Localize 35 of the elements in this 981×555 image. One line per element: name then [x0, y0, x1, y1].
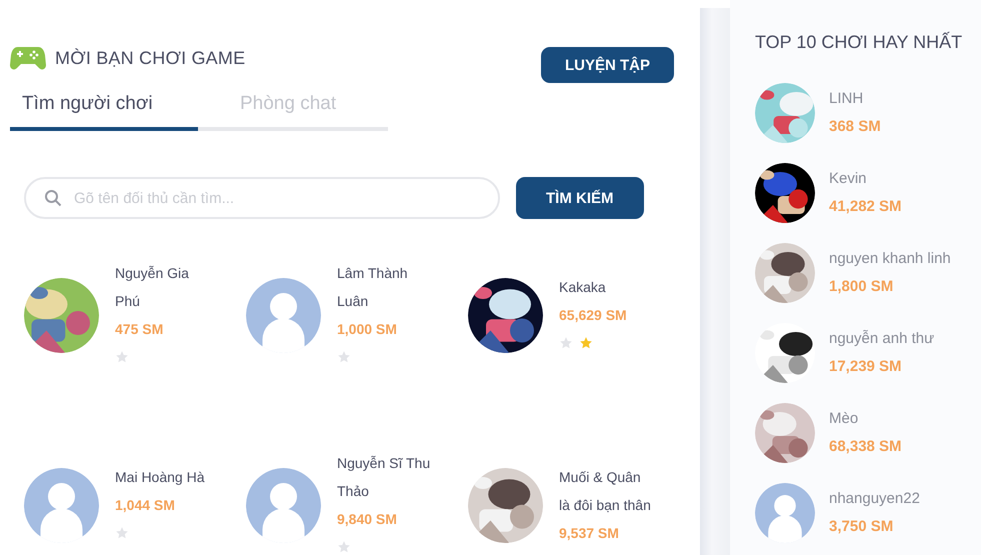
player-score: 68,338 SM	[829, 437, 902, 457]
player-score: 1,000 SM	[337, 320, 398, 339]
player-score: 3,750 SM	[829, 517, 894, 537]
gamepad-icon	[10, 45, 46, 71]
player-score: 41,282 SM	[829, 197, 902, 217]
section-title: MỜI BẠN CHƠI GAME	[55, 48, 246, 68]
player-name: Nguyễn Sĩ Thu Thảo	[337, 454, 431, 501]
player-score: 9,537 SM	[559, 524, 620, 543]
player-name: Nguyễn Gia Phú	[115, 264, 190, 311]
practice-button[interactable]: LUYỆN TẬP	[540, 47, 674, 83]
player-score: 1,800 SM	[829, 277, 894, 297]
player-name: LINH	[829, 89, 864, 109]
default-avatar-icon	[246, 468, 321, 542]
player-score: 1,044 SM	[115, 496, 176, 515]
player-score: 65,629 SM	[559, 306, 628, 325]
player-name: nguyen khanh linh	[829, 249, 951, 269]
search-icon	[44, 189, 62, 207]
player-score: 475 SM	[115, 320, 164, 339]
player-name: Kakaka	[559, 278, 607, 297]
player-name: Mai Hoàng Hà	[115, 468, 206, 487]
tab[interactable]: Tìm người chơi	[10, 93, 198, 131]
search-button[interactable]: TÌM KIẾM	[516, 177, 644, 219]
player-name: nguyễn anh thư	[829, 329, 934, 349]
player-name: Lâm Thành Luân	[337, 264, 409, 311]
player-name: nhanguyen22	[829, 489, 920, 509]
player-name: Mèo	[829, 409, 860, 429]
player-score: 17,239 SM	[829, 357, 903, 377]
player-name: Kevin	[829, 169, 868, 189]
leaderboard-title: TOP 10 CHƠI HAY NHẤT	[755, 32, 964, 53]
default-avatar-icon	[246, 278, 321, 352]
player-name: Muối & Quân là đôi bạn thân	[559, 468, 652, 515]
player-score: 368 SM	[829, 117, 881, 137]
player-score: 9,840 SM	[337, 510, 398, 529]
default-avatar-icon	[24, 468, 99, 542]
default-avatar-icon	[755, 483, 815, 543]
